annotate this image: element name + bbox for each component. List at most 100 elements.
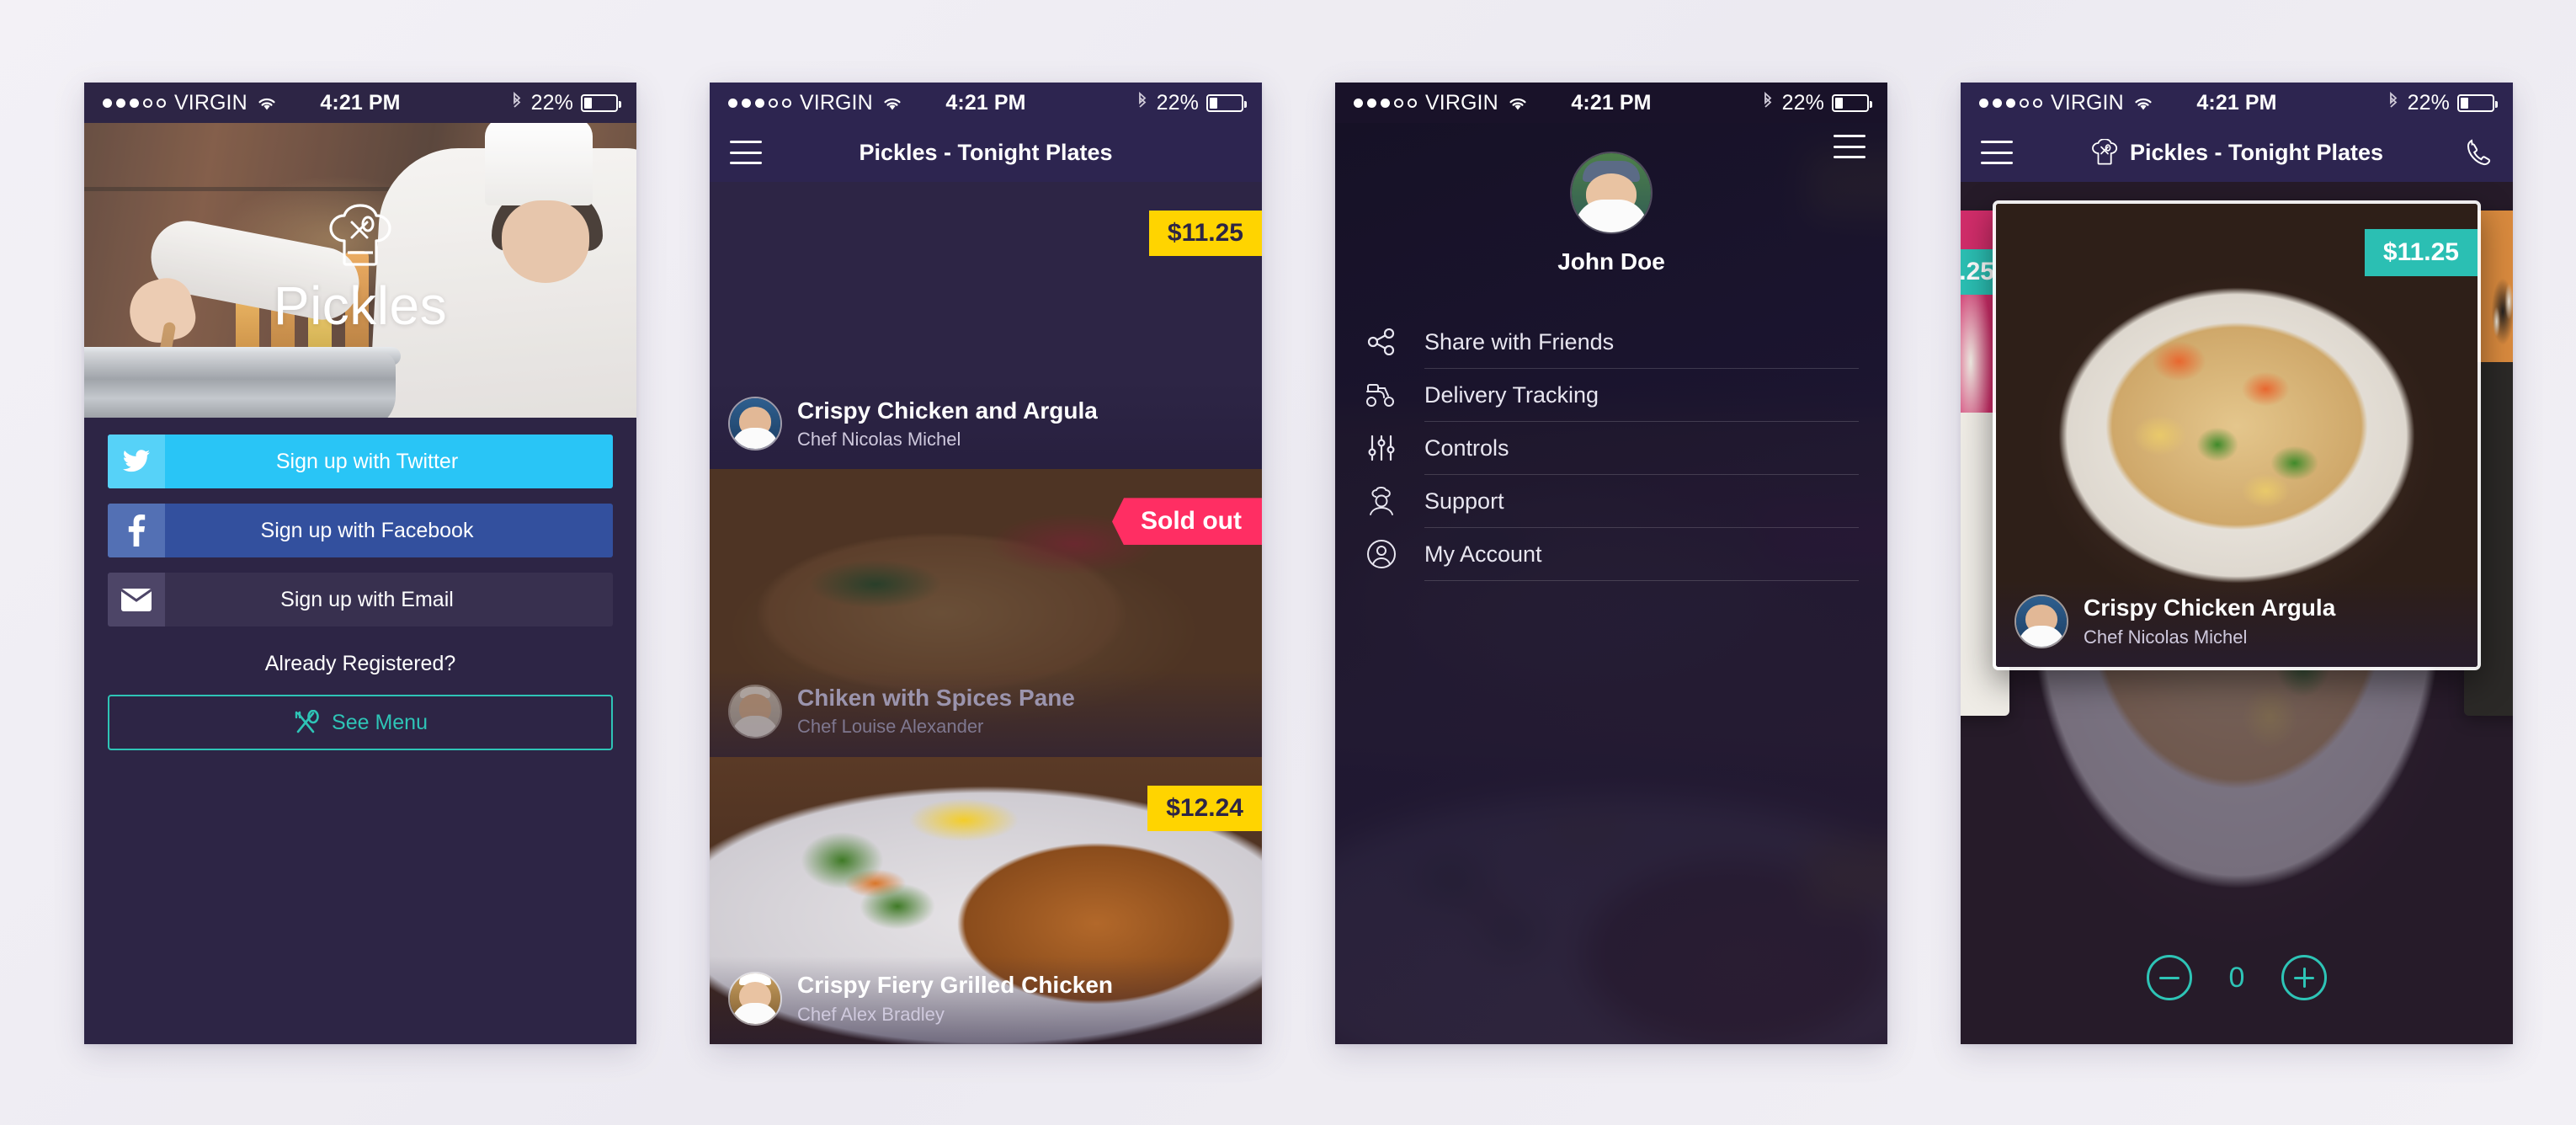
twitter-icon — [108, 435, 165, 488]
carrier-label: VIRGIN — [174, 90, 247, 115]
plate-title: Crispy Chicken Argula — [2084, 594, 2336, 621]
plate-meta: Crispy Chicken Argula Chef Nicolas Miche… — [1996, 579, 2478, 667]
fork-spoon-icon — [293, 710, 320, 735]
user-name-label: John Doe — [1557, 248, 1665, 275]
page-title: Pickles - Tonight Plates — [1961, 139, 2513, 166]
battery-icon — [1832, 93, 1872, 112]
plate-chef: Chef Nicolas Michel — [2084, 626, 2248, 648]
see-menu-button[interactable]: See Menu — [108, 695, 613, 750]
carrier-label: VIRGIN — [2051, 90, 2124, 115]
menu-item-label: Share with Friends — [1424, 328, 1615, 355]
scooter-icon — [1364, 381, 1399, 408]
battery-icon — [1206, 93, 1247, 112]
plate-card[interactable]: $11.25 Crispy Chicken and Argula Chef Ni… — [710, 182, 1262, 470]
menu-item-label: Delivery Tracking — [1424, 381, 1599, 408]
phone-screen-signup: VIRGIN 4:21 PM 22% Pickles Sign up with … — [84, 83, 636, 1044]
drawer-menu: Share with Friends Delivery Tracking Con… — [1335, 316, 1887, 581]
hamburger-icon[interactable] — [1981, 141, 2013, 164]
brand-logo: Pickles — [84, 123, 636, 418]
chef-hat-icon — [324, 204, 397, 271]
plate-chef: Chef Nicolas Michel — [797, 428, 961, 450]
hamburger-icon[interactable] — [1834, 135, 1865, 158]
menu-item-controls[interactable]: Controls — [1364, 422, 1859, 474]
status-bar: VIRGIN 4:21 PM 22% — [1335, 83, 1887, 123]
status-bar: VIRGIN 4:21 PM 22% — [1961, 83, 2513, 123]
quantity-value: 0 — [2228, 961, 2245, 994]
increase-quantity-button[interactable] — [2281, 955, 2327, 1000]
plate-text: Chiken with Spices Pane Chef Louise Alex… — [797, 685, 1075, 738]
phone-screen-drawer: VIRGIN 4:21 PM 22% John Doe Share with F… — [1335, 83, 1887, 1044]
battery-percent-label: 22% — [2407, 90, 2450, 115]
quantity-stepper: 0 — [1961, 955, 2513, 1000]
signup-facebook-button[interactable]: Sign up with Facebook — [108, 504, 613, 557]
plate-detail-card[interactable]: $11.25 Crispy Chicken Argula Chef Nicola… — [1993, 200, 2481, 670]
plate-meta: Chiken with Spices Pane Chef Louise Alex… — [710, 669, 1262, 757]
plate-chef: Chef Alex Bradley — [797, 1003, 945, 1025]
plate-text: Crispy Chicken and Argula Chef Nicolas M… — [797, 397, 1098, 451]
signal-strength-icon — [728, 98, 791, 108]
plate-card[interactable]: $12.24 Crispy Fiery Grilled Chicken Chef… — [710, 756, 1262, 1044]
menu-item-delivery-tracking[interactable]: Delivery Tracking — [1364, 369, 1859, 421]
signup-email-button[interactable]: Sign up with Email — [108, 573, 613, 626]
wifi-icon — [1507, 94, 1529, 111]
menu-item-support[interactable]: Support — [1364, 475, 1859, 527]
battery-icon — [581, 93, 621, 112]
already-registered-link[interactable]: Already Registered? — [108, 652, 613, 676]
plate-list[interactable]: $11.25 Crispy Chicken and Argula Chef Ni… — [710, 182, 1262, 1044]
side-drawer: John Doe Share with Friends Delivery Tra… — [1335, 123, 1887, 1044]
plate-text: Crispy Chicken Argula Chef Nicolas Miche… — [2084, 594, 2335, 648]
signal-strength-icon — [103, 98, 166, 108]
price-badge: $12.24 — [1147, 785, 1262, 831]
hamburger-icon[interactable] — [730, 141, 762, 164]
sliders-icon — [1364, 435, 1399, 461]
wifi-icon — [881, 94, 903, 111]
battery-percent-label: 22% — [530, 90, 573, 115]
divider — [1424, 580, 1859, 581]
page-title: Pickles - Tonight Plates — [710, 140, 1262, 166]
status-right: 22% — [510, 90, 621, 115]
menu-item-my-account[interactable]: My Account — [1364, 528, 1859, 580]
sold-out-badge: Sold out — [1112, 498, 1262, 546]
chef-hat-icon — [2090, 139, 2119, 166]
wifi-icon — [256, 94, 278, 111]
bluetooth-icon — [510, 92, 524, 114]
plate-card[interactable]: Sold out Chiken with Spices Pane Chef Lo… — [710, 469, 1262, 757]
status-right: 22% — [1136, 91, 1247, 115]
status-left: VIRGIN — [1354, 91, 1529, 115]
user-circle-icon — [1364, 539, 1399, 569]
plate-title: Crispy Fiery Grilled Chicken — [797, 972, 1114, 999]
bluetooth-icon — [1761, 92, 1775, 114]
chef-avatar — [2014, 594, 2068, 648]
plate-meta: Crispy Chicken and Argula Chef Nicolas M… — [710, 381, 1262, 470]
drawer-container: John Doe Share with Friends Delivery Tra… — [1335, 123, 1887, 1044]
see-menu-label: See Menu — [332, 710, 428, 734]
signup-twitter-label: Sign up with Twitter — [275, 449, 459, 473]
menu-item-share[interactable]: Share with Friends — [1364, 316, 1859, 368]
phone-icon[interactable] — [2464, 138, 2493, 167]
share-icon — [1364, 328, 1399, 355]
user-profile[interactable]: John Doe — [1335, 152, 1887, 275]
signal-strength-icon — [1979, 98, 2042, 108]
envelope-icon — [108, 573, 165, 626]
plate-title: Chiken with Spices Pane — [797, 685, 1075, 712]
bluetooth-icon — [1136, 92, 1149, 114]
plate-chef: Chef Louise Alexander — [797, 716, 984, 738]
nav-title-label: Pickles - Tonight Plates — [2129, 139, 2384, 165]
menu-item-label: My Account — [1424, 541, 1542, 567]
carrier-label: VIRGIN — [800, 90, 873, 115]
carrier-label: VIRGIN — [1425, 90, 1498, 115]
status-bar: VIRGIN 4:21 PM 22% — [710, 83, 1262, 123]
signal-strength-icon — [1354, 98, 1417, 108]
wifi-icon — [2132, 94, 2154, 111]
chef-avatar — [728, 684, 782, 738]
status-right: 22% — [2387, 90, 2498, 115]
decrease-quantity-button[interactable] — [2147, 955, 2192, 1000]
plate-carousel[interactable]: $11.25 $11.25 Crispy Chicken Argula Chef… — [1961, 182, 2513, 1044]
facebook-icon — [108, 504, 165, 557]
signup-twitter-button[interactable]: Sign up with Twitter — [108, 435, 613, 488]
logo-text: Pickles — [273, 275, 448, 336]
price-badge: $11.25 — [2364, 229, 2478, 276]
plate-meta: Crispy Fiery Grilled Chicken Chef Alex B… — [710, 956, 1262, 1044]
status-left: VIRGIN — [1979, 91, 2154, 115]
avatar — [1570, 152, 1653, 234]
